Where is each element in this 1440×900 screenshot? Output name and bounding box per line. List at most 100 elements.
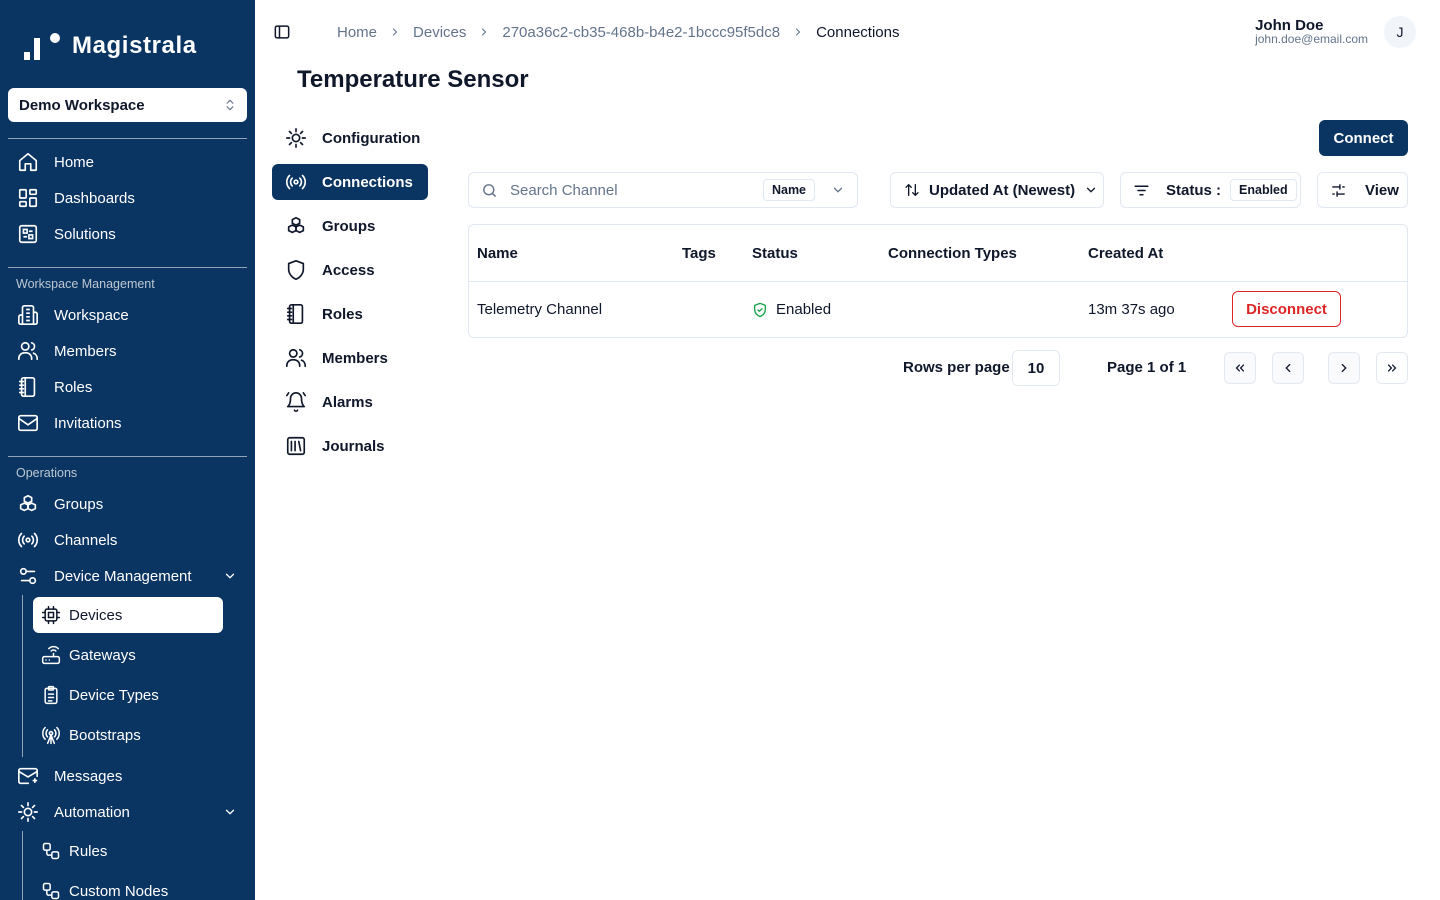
tab-access[interactable]: Access <box>272 252 428 288</box>
column-header-name[interactable]: Name <box>477 245 518 262</box>
section-label-workspace-management: Workspace Management <box>16 277 155 291</box>
sidebar-item-custom-nodes[interactable]: Custom Nodes <box>33 873 223 900</box>
notebook-icon <box>16 375 40 399</box>
sidebar-toggle-button[interactable] <box>272 22 292 42</box>
sidebar-item-label: Device Types <box>69 686 159 704</box>
first-page-button[interactable] <box>1224 352 1256 384</box>
sidebar-item-roles[interactable]: Roles <box>8 370 247 404</box>
breadcrumb-home[interactable]: Home <box>337 24 377 41</box>
bell-icon <box>284 390 308 414</box>
dashboard-icon <box>16 186 40 210</box>
sidebar-item-solutions[interactable]: Solutions <box>8 217 247 251</box>
next-page-button[interactable] <box>1328 352 1360 384</box>
sidebar-item-label: Rules <box>69 842 108 860</box>
sidebar-item-label: Messages <box>54 767 123 785</box>
solutions-icon <box>16 222 40 246</box>
tab-label: Journals <box>322 437 385 455</box>
search-field-select[interactable]: Name <box>763 179 815 201</box>
sort-label: Updated At (Newest) <box>929 181 1076 199</box>
tab-label: Groups <box>322 217 376 235</box>
rows-per-page-select[interactable]: 10 <box>1012 350 1060 386</box>
sidebar: Magistrala Demo Workspace Home Dashboard… <box>0 0 255 900</box>
tab-members[interactable]: Members <box>272 340 428 376</box>
cell-name: Telemetry Channel <box>477 301 603 318</box>
column-header-created-at[interactable]: Created At <box>1088 245 1163 262</box>
tab-label: Roles <box>322 305 363 323</box>
sidebar-item-invitations[interactable]: Invitations <box>8 406 247 440</box>
magistrala-logo-icon <box>24 30 62 62</box>
library-icon <box>284 434 308 458</box>
header-divider <box>469 281 1407 282</box>
chevron-down-icon[interactable] <box>831 183 845 197</box>
sidebar-item-bootstraps[interactable]: Bootstraps <box>33 717 223 753</box>
sidebar-item-workspace[interactable]: Workspace <box>8 298 247 332</box>
column-header-connection-types[interactable]: Connection Types <box>888 245 1017 262</box>
connect-button[interactable]: Connect <box>1319 120 1408 156</box>
sidebar-item-label: Members <box>54 342 117 360</box>
radio-icon <box>284 170 308 194</box>
disconnect-button[interactable]: Disconnect <box>1232 291 1341 327</box>
breadcrumb-device-id[interactable]: 270a36c2-cb35-468b-b4e2-1bccc95f5dc8 <box>502 24 780 41</box>
sidebar-divider <box>8 267 247 268</box>
tab-groups[interactable]: Groups <box>272 208 428 244</box>
column-header-tags[interactable]: Tags <box>682 245 716 262</box>
sliders-icon <box>16 564 40 588</box>
building-icon <box>16 303 40 327</box>
sidebar-item-label: Workspace <box>54 306 129 324</box>
notebook-icon <box>284 302 308 326</box>
rows-per-page-label: Rows per page <box>903 359 1010 376</box>
home-icon <box>16 150 40 174</box>
tab-label: Members <box>322 349 388 367</box>
tab-label: Access <box>322 261 375 279</box>
tab-connections[interactable]: Connections <box>272 164 428 200</box>
last-page-button[interactable] <box>1376 352 1408 384</box>
page-title: Temperature Sensor <box>297 66 529 93</box>
tab-configuration[interactable]: Configuration <box>272 120 428 156</box>
sidebar-item-label: Custom Nodes <box>69 882 169 900</box>
user-name: John Doe <box>1255 17 1324 34</box>
search-box: Name <box>468 172 858 208</box>
column-header-status[interactable]: Status <box>752 245 798 262</box>
sidebar-item-dashboards[interactable]: Dashboards <box>8 181 247 215</box>
cell-status: Enabled <box>752 301 831 318</box>
cell-created-at: 13m 37s ago <box>1088 301 1175 318</box>
sidebar-item-rules[interactable]: Rules <box>33 833 223 869</box>
app-name: Magistrala <box>72 32 197 59</box>
sidebar-item-label: Automation <box>54 803 130 821</box>
sidebar-item-home[interactable]: Home <box>8 145 247 179</box>
avatar[interactable]: J <box>1384 16 1416 48</box>
tab-label: Configuration <box>322 129 421 147</box>
settings-2-icon <box>1330 182 1347 199</box>
previous-page-button[interactable] <box>1272 352 1304 384</box>
view-options-button[interactable]: View <box>1317 172 1408 208</box>
sidebar-item-device-types[interactable]: Device Types <box>33 677 223 713</box>
sidebar-item-gateways[interactable]: Gateways <box>33 637 223 673</box>
status-filter-value: Enabled <box>1230 179 1297 201</box>
chevron-down-icon <box>223 805 237 819</box>
tab-alarms[interactable]: Alarms <box>272 384 428 420</box>
subtree-line <box>22 831 23 900</box>
sidebar-item-devices[interactable]: Devices <box>33 597 223 633</box>
tab-journals[interactable]: Journals <box>272 428 428 464</box>
app-logo[interactable]: Magistrala <box>24 30 197 62</box>
clipboard-list-icon <box>41 685 61 705</box>
breadcrumb-devices[interactable]: Devices <box>413 24 466 41</box>
shield-check-icon <box>752 302 768 318</box>
sort-select[interactable]: Updated At (Newest) <box>890 172 1104 208</box>
status-filter-button[interactable]: Status : Enabled <box>1120 172 1301 208</box>
sidebar-item-messages[interactable]: Messages <box>8 759 247 793</box>
sidebar-item-label: Dashboards <box>54 189 135 207</box>
user-email: john.doe@email.com <box>1255 32 1368 46</box>
sidebar-item-channels[interactable]: Channels <box>8 523 247 557</box>
sidebar-item-groups[interactable]: Groups <box>8 487 247 521</box>
search-input[interactable] <box>510 181 740 199</box>
sidebar-item-members[interactable]: Members <box>8 334 247 368</box>
sidebar-item-automation[interactable]: Automation <box>8 795 247 829</box>
chevron-right-icon <box>389 26 401 38</box>
sidebar-item-device-management[interactable]: Device Management <box>8 559 247 593</box>
sidebar-item-label: Channels <box>54 531 118 549</box>
chevron-left-icon <box>1281 361 1295 375</box>
router-icon <box>41 645 61 665</box>
tab-roles[interactable]: Roles <box>272 296 428 332</box>
workspace-select[interactable]: Demo Workspace <box>8 88 247 122</box>
